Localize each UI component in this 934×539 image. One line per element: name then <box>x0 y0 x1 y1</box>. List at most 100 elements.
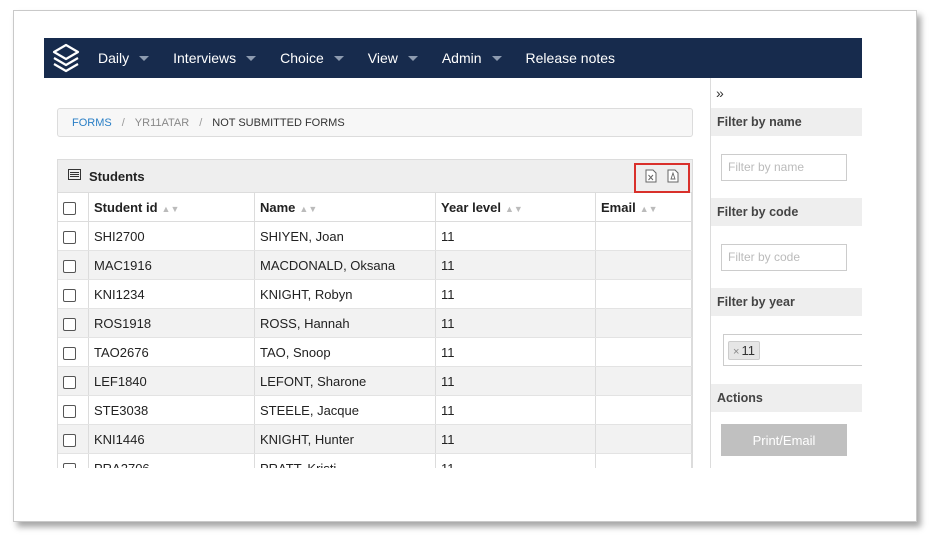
name-cell: MACDONALD, Oksana <box>254 250 436 280</box>
nav-choice[interactable]: Choice <box>280 50 344 66</box>
row-checkbox[interactable] <box>63 259 76 273</box>
tag-remove-icon[interactable]: × <box>733 346 739 358</box>
breadcrumb-group: YR11ATAR <box>134 116 190 129</box>
student-id-cell: PRA2706 <box>88 453 255 468</box>
name-cell: STEELE, Jacque <box>254 395 436 425</box>
row-checkbox[interactable] <box>63 375 76 389</box>
nav-daily[interactable]: Daily <box>98 50 150 66</box>
column-header-name[interactable]: Name ▲▼ <box>254 193 436 222</box>
table-row[interactable]: TAO2676 TAO, Snoop 11 <box>58 337 692 367</box>
row-select-cell <box>58 250 89 280</box>
table-row[interactable]: PRA2706 PRATT, Kristi 11 <box>58 453 692 468</box>
row-checkbox[interactable] <box>63 404 76 418</box>
table-row[interactable]: KNI1234 KNIGHT, Robyn 11 <box>58 279 692 309</box>
filter-name-heading: Filter by name <box>711 108 862 136</box>
list-icon <box>68 167 81 185</box>
email-cell <box>595 453 692 468</box>
nav-view[interactable]: View <box>368 50 418 66</box>
nav-admin[interactable]: Admin <box>442 50 502 66</box>
name-cell: KNIGHT, Robyn <box>254 279 436 309</box>
breadcrumb-forms[interactable]: FORMS <box>72 117 112 129</box>
year-level-cell: 11 <box>435 453 596 468</box>
row-checkbox[interactable] <box>63 433 76 447</box>
column-header-year-level[interactable]: Year level ▲▼ <box>435 193 596 222</box>
sort-icon: ▲▼ <box>161 203 180 214</box>
row-select-cell <box>58 337 89 367</box>
row-checkbox[interactable] <box>63 346 76 360</box>
table-row[interactable]: SHI2700 SHIYEN, Joan 11 <box>58 221 692 251</box>
breadcrumb-separator: / <box>199 116 203 129</box>
pdf-export-icon[interactable] <box>667 169 679 188</box>
year-level-cell: 11 <box>435 395 596 425</box>
column-header-email[interactable]: Email ▲▼ <box>595 193 692 222</box>
year-level-cell: 11 <box>435 279 596 309</box>
collapse-sidebar-icon[interactable]: » <box>711 78 862 108</box>
filter-code-heading: Filter by code <box>711 198 862 226</box>
student-id-cell: ROS1918 <box>88 308 255 338</box>
column-header-student-id[interactable]: Student id ▲▼ <box>88 193 255 222</box>
student-id-cell: MAC1916 <box>88 250 255 280</box>
nav-interviews[interactable]: Interviews <box>173 50 257 66</box>
students-panel-header: Students <box>58 160 692 193</box>
row-checkbox[interactable] <box>63 230 76 244</box>
table-row[interactable]: LEF1840 LEFONT, Sharone 11 <box>58 366 692 396</box>
sort-icon: ▲▼ <box>505 203 523 214</box>
row-select-cell <box>58 395 89 425</box>
filter-name-input[interactable]: Filter by name <box>721 153 847 181</box>
row-select-cell <box>58 308 89 338</box>
name-cell: TAO, Snoop <box>254 337 436 367</box>
app-logo-icon[interactable] <box>44 38 88 78</box>
row-select-cell <box>58 453 89 468</box>
email-cell <box>595 221 692 251</box>
student-id-cell: SHI2700 <box>88 221 255 251</box>
student-id-cell: LEF1840 <box>88 366 255 396</box>
students-title: Students <box>89 168 145 184</box>
email-cell <box>595 424 692 454</box>
students-panel: Students Student id ▲▼ Name ▲▼ Year level ▲… <box>57 159 693 468</box>
chevron-down-icon <box>246 55 257 61</box>
screenshot-frame: Daily Interviews Choice View Admin Relea… <box>13 10 917 522</box>
print-email-button[interactable]: Print/Email <box>721 424 847 456</box>
email-cell <box>595 366 692 396</box>
student-id-cell: TAO2676 <box>88 337 255 367</box>
year-level-cell: 11 <box>435 337 596 367</box>
name-cell: ROSS, Hannah <box>254 308 436 338</box>
email-cell <box>595 279 692 309</box>
select-all-checkbox[interactable] <box>63 201 76 215</box>
year-level-cell: 11 <box>435 366 596 396</box>
year-level-cell: 11 <box>435 308 596 338</box>
year-tag: × 11 <box>728 340 760 360</box>
breadcrumb-current: NOT SUBMITTED FORMS <box>212 116 345 129</box>
filter-year-heading: Filter by year <box>711 288 862 316</box>
filter-year-select[interactable]: × 11 <box>723 334 862 366</box>
row-select-cell <box>58 221 89 251</box>
sort-icon: ▲▼ <box>299 203 318 214</box>
row-select-cell <box>58 366 89 396</box>
row-select-cell <box>58 279 89 309</box>
excel-export-icon[interactable] <box>645 169 657 188</box>
table-row[interactable]: ROS1918 ROSS, Hannah 11 <box>58 308 692 338</box>
email-cell <box>595 337 692 367</box>
top-nav: Daily Interviews Choice View Admin Relea… <box>44 38 862 78</box>
name-cell: LEFONT, Sharone <box>254 366 436 396</box>
filter-code-input[interactable]: Filter by code <box>721 243 847 271</box>
student-id-cell: KNI1234 <box>88 279 255 309</box>
table-row[interactable]: MAC1916 MACDONALD, Oksana 11 <box>58 250 692 280</box>
row-checkbox[interactable] <box>63 462 76 468</box>
nav-release-notes[interactable]: Release notes <box>526 50 616 66</box>
email-cell <box>595 250 692 280</box>
table-row[interactable]: STE3038 STEELE, Jacque 11 <box>58 395 692 425</box>
year-level-cell: 11 <box>435 250 596 280</box>
sort-icon: ▲▼ <box>639 203 658 214</box>
row-select-cell <box>58 424 89 454</box>
name-cell: PRATT, Kristi <box>254 453 436 468</box>
chevron-down-icon <box>333 55 344 61</box>
row-checkbox[interactable] <box>63 288 76 302</box>
app: Daily Interviews Choice View Admin Relea… <box>44 38 862 468</box>
email-cell <box>595 308 692 338</box>
export-buttons <box>634 163 690 193</box>
table-row[interactable]: KNI1446 KNIGHT, Hunter 11 <box>58 424 692 454</box>
name-cell: SHIYEN, Joan <box>254 221 436 251</box>
students-table: Student id ▲▼ Name ▲▼ Year level ▲▼ Email ▲▼… <box>58 193 692 468</box>
row-checkbox[interactable] <box>63 317 76 331</box>
